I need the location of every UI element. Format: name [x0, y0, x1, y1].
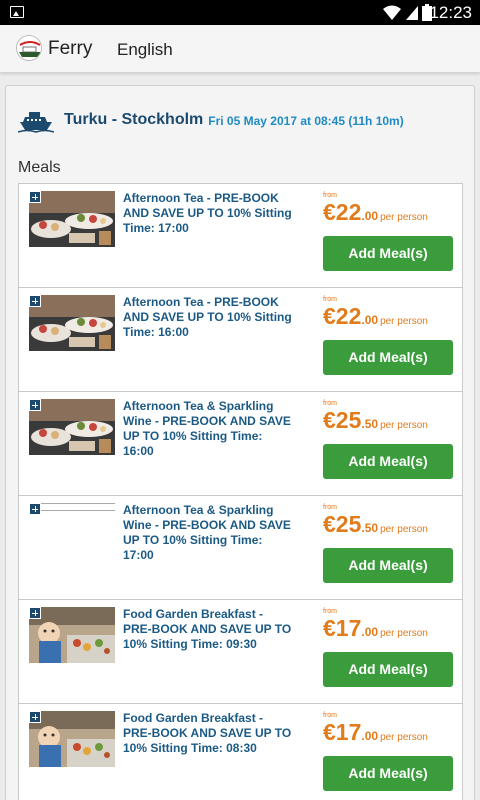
meal-item: Food Garden Breakfast - PRE-BOOK AND SAV… — [19, 704, 462, 800]
price-integer: €25 — [323, 511, 362, 537]
price-unit: per person — [380, 732, 428, 743]
meal-name[interactable]: Afternoon Tea & Sparkling Wine - PRE-BOO… — [123, 399, 293, 459]
expand-plus-icon[interactable] — [29, 503, 41, 515]
booking-card: Turku - Stockholm Fri 05 May 2017 at 08:… — [5, 85, 475, 800]
language-selector[interactable]: English — [117, 40, 173, 60]
price-unit: per person — [380, 524, 428, 535]
meal-image[interactable] — [29, 711, 115, 767]
price-unit: per person — [380, 316, 428, 327]
section-title: Meals — [18, 159, 61, 176]
ship-icon — [18, 112, 54, 133]
price-from-label: from — [323, 608, 337, 615]
add-meal-button[interactable]: Add Meal(s) — [323, 756, 453, 791]
price-unit: per person — [380, 628, 428, 639]
meal-image[interactable] — [29, 295, 115, 351]
status-time: 12:23 — [429, 3, 472, 22]
price-unit: per person — [380, 420, 428, 431]
meal-price: €25.50 per person — [323, 407, 428, 434]
status-bar: 12:23 — [0, 0, 480, 25]
expand-plus-icon[interactable] — [29, 191, 41, 203]
meal-image[interactable] — [29, 191, 115, 247]
meal-price: €17.00 per person — [323, 719, 428, 746]
add-meal-button[interactable]: Add Meal(s) — [323, 236, 453, 271]
route-header: Turku - Stockholm Fri 05 May 2017 at 08:… — [18, 106, 404, 134]
add-meal-button[interactable]: Add Meal(s) — [323, 652, 453, 687]
price-integer: €22 — [323, 303, 362, 329]
price-from-label: from — [323, 192, 337, 199]
meal-name[interactable]: Food Garden Breakfast - PRE-BOOK AND SAV… — [123, 607, 293, 652]
price-unit: per person — [380, 212, 428, 223]
meal-list: Afternoon Tea - PRE-BOOK AND SAVE UP TO … — [18, 183, 463, 800]
meal-item: Afternoon Tea & Sparkling Wine - PRE-BOO… — [19, 496, 462, 600]
gallery-icon — [10, 6, 24, 18]
add-meal-button[interactable]: Add Meal(s) — [323, 340, 453, 375]
price-decimal: .00 — [361, 729, 379, 743]
status-icons — [382, 4, 432, 21]
meal-price: €25.50 per person — [323, 511, 428, 538]
meal-image[interactable] — [29, 607, 115, 663]
meal-item: Afternoon Tea - PRE-BOOK AND SAVE UP TO … — [19, 184, 462, 288]
expand-plus-icon[interactable] — [29, 711, 41, 723]
meal-name[interactable]: Afternoon Tea & Sparkling Wine - PRE-BOO… — [123, 503, 293, 563]
meal-image[interactable] — [29, 399, 115, 455]
price-from-label: from — [323, 712, 337, 719]
meal-name[interactable]: Afternoon Tea - PRE-BOOK AND SAVE UP TO … — [123, 295, 293, 340]
price-integer: €17 — [323, 615, 362, 641]
price-decimal: .00 — [361, 625, 379, 639]
price-from-label: from — [323, 400, 337, 407]
price-integer: €17 — [323, 719, 362, 745]
signal-icon — [406, 5, 418, 20]
meal-price: €22.00 per person — [323, 303, 428, 330]
add-meal-button[interactable]: Add Meal(s) — [323, 444, 453, 479]
price-from-label: from — [323, 296, 337, 303]
price-integer: €22 — [323, 199, 362, 225]
price-from-label: from — [323, 504, 337, 511]
meal-item: Afternoon Tea & Sparkling Wine - PRE-BOO… — [19, 392, 462, 496]
meal-item: Afternoon Tea - PRE-BOOK AND SAVE UP TO … — [19, 288, 462, 392]
ferry-logo-icon[interactable] — [16, 35, 42, 61]
expand-plus-icon[interactable] — [29, 295, 41, 307]
add-meal-button[interactable]: Add Meal(s) — [323, 548, 453, 583]
meal-item: Food Garden Breakfast - PRE-BOOK AND SAV… — [19, 600, 462, 704]
app-title: Ferry — [48, 38, 93, 59]
meal-image-placeholder[interactable] — [29, 503, 115, 511]
price-decimal: .50 — [361, 521, 379, 535]
wifi-icon — [383, 5, 401, 20]
route-datetime: Fri 05 May 2017 at 08:45 (11h 10m) — [208, 114, 404, 128]
meal-name[interactable]: Afternoon Tea - PRE-BOOK AND SAVE UP TO … — [123, 191, 293, 236]
route-name: Turku - Stockholm — [64, 111, 204, 128]
price-decimal: .50 — [361, 417, 379, 431]
price-decimal: .00 — [361, 313, 379, 327]
app-bar: Ferry English — [0, 25, 480, 73]
meal-price: €22.00 per person — [323, 199, 428, 226]
price-integer: €25 — [323, 407, 362, 433]
price-decimal: .00 — [361, 209, 379, 223]
meal-price: €17.00 per person — [323, 615, 428, 642]
expand-plus-icon[interactable] — [29, 607, 41, 619]
meal-name[interactable]: Food Garden Breakfast - PRE-BOOK AND SAV… — [123, 711, 293, 756]
expand-plus-icon[interactable] — [29, 399, 41, 411]
